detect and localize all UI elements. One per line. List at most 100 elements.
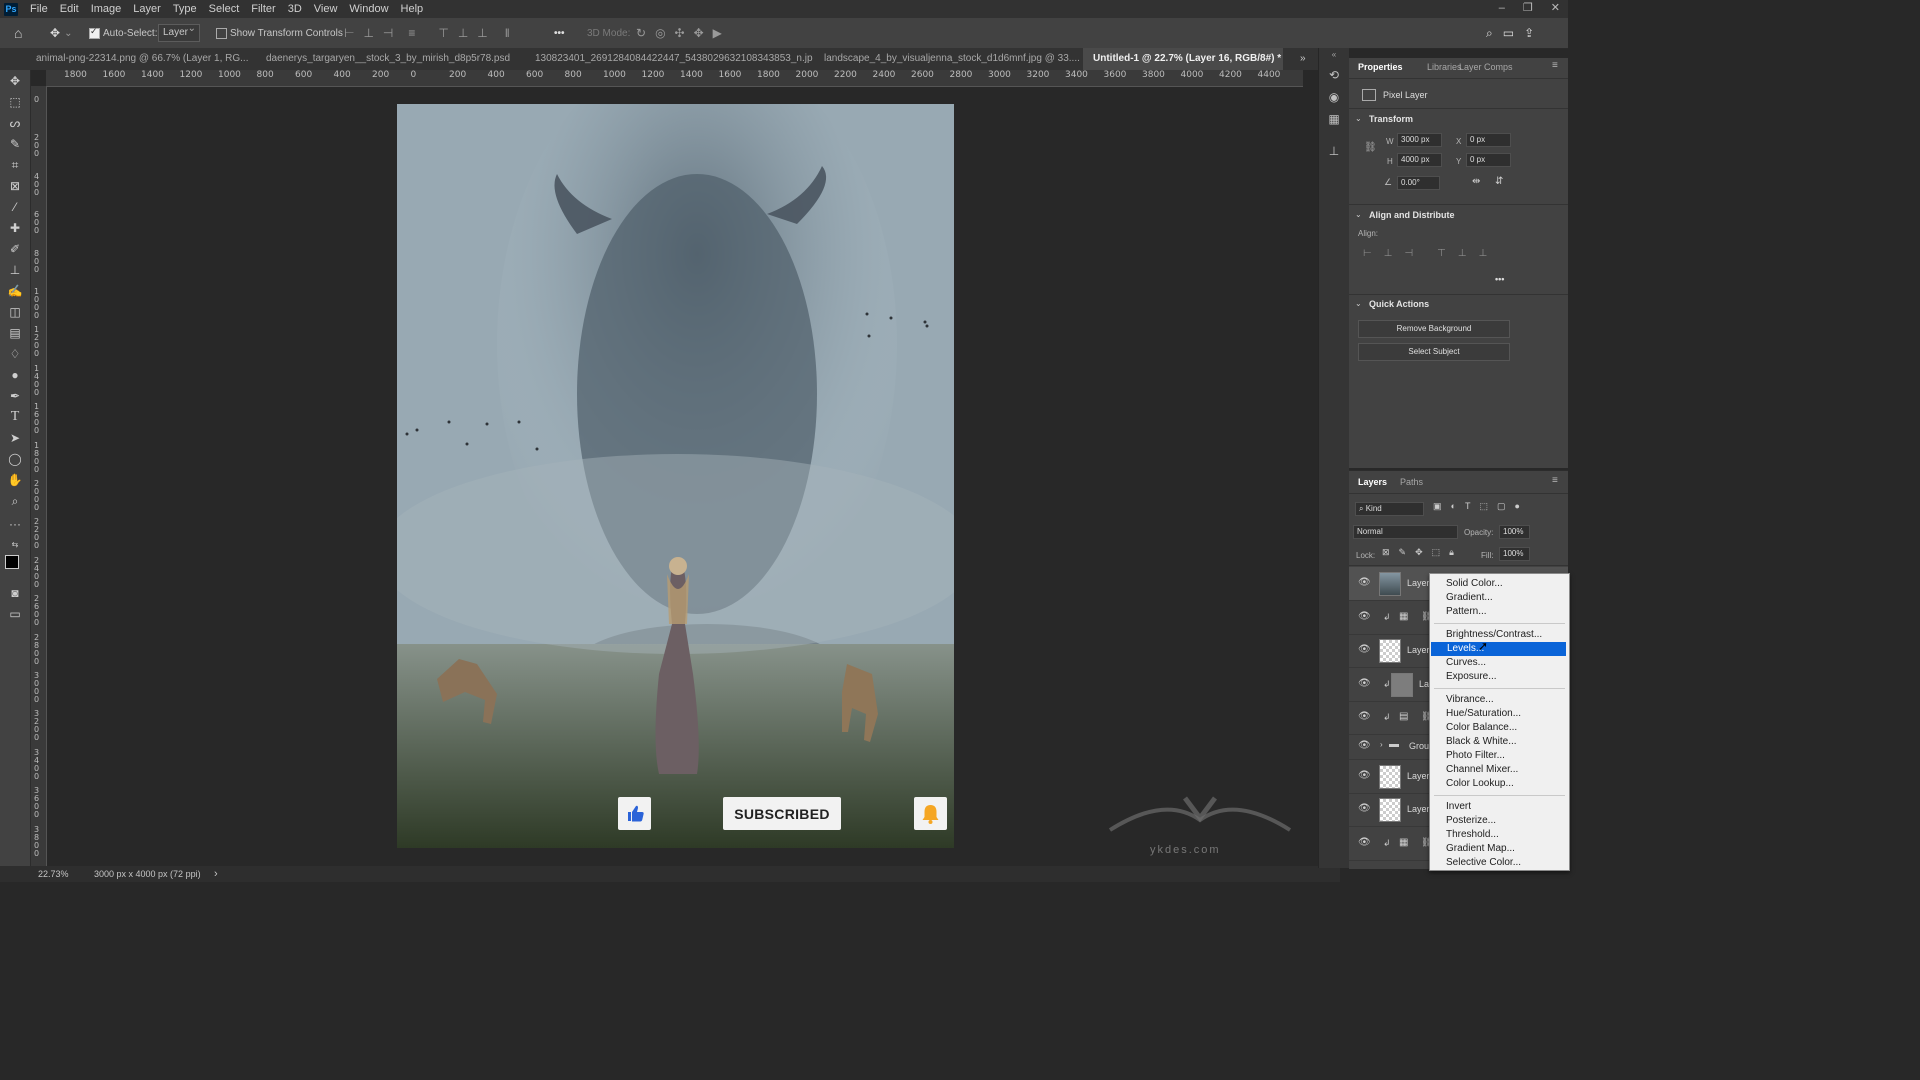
more-tools-icon[interactable]: ··· [6, 515, 24, 533]
tab-paths[interactable]: Paths [1400, 473, 1423, 491]
lock-artboard-icon[interactable]: ⬚ [1432, 547, 1441, 558]
menu-item-photo-filter[interactable]: Photo Filter... [1430, 749, 1569, 763]
eye-icon[interactable]: 👁︎ [1358, 577, 1371, 589]
align-top-icon[interactable]: ⊤ [438, 26, 448, 40]
align-horizontal-centers-icon[interactable]: ⊥ [1384, 248, 1393, 259]
eye-icon[interactable]: 👁︎ [1358, 803, 1371, 815]
crop-tool-icon[interactable]: ⌗ [6, 156, 24, 174]
status-arrow-icon[interactable]: › [214, 868, 218, 880]
quick-selection-tool-icon[interactable]: ✎ [6, 135, 24, 153]
menu-filter[interactable]: Filter [245, 0, 281, 18]
menu-item-gradient[interactable]: Gradient... [1430, 591, 1569, 605]
clone-stamp-tool-icon[interactable]: ⊥ [6, 261, 24, 279]
menu-item-vibrance[interactable]: Vibrance... [1430, 693, 1569, 707]
blur-tool-icon[interactable]: ♢ [6, 345, 24, 363]
flip-horizontal-icon[interactable]: ⇹ [1472, 176, 1480, 187]
layer-name[interactable]: Layer [1407, 804, 1430, 814]
history-panel-icon[interactable]: ⟲ [1326, 68, 1342, 84]
layer-name[interactable]: La [1419, 679, 1429, 689]
tab-libraries[interactable]: Libraries [1427, 58, 1462, 76]
fill-field[interactable]: 100% [1499, 547, 1530, 561]
lock-position-icon[interactable]: ✥ [1415, 547, 1423, 558]
like-button[interactable] [618, 797, 651, 830]
menu-window[interactable]: Window [343, 0, 394, 18]
filter-toggle-icon[interactable]: ● [1514, 501, 1519, 512]
home-icon[interactable]: ⌂ [14, 18, 22, 48]
chevron-down-icon[interactable]: ⌄ [1355, 114, 1362, 123]
menu-item-brightness-contrast[interactable]: Brightness/Contrast... [1430, 628, 1569, 642]
more-align-options[interactable]: ••• [1495, 274, 1504, 284]
dodge-tool-icon[interactable]: ● [6, 366, 24, 384]
document-canvas[interactable]: SUBSCRIBED [397, 104, 954, 848]
restore-icon[interactable]: ❐ [1523, 0, 1533, 16]
eye-icon[interactable]: 👁︎ [1358, 611, 1371, 623]
screen-mode-icon[interactable]: ▭ [6, 605, 24, 623]
quick-mask-icon[interactable]: ◙ [6, 584, 24, 602]
lock-all-icon[interactable]: 🔒︎ [1449, 547, 1454, 558]
gradient-tool-icon[interactable]: ▤ [6, 324, 24, 342]
notification-bell-button[interactable] [914, 797, 947, 830]
menu-3d[interactable]: 3D [282, 0, 308, 18]
remove-background-button[interactable]: Remove Background [1358, 320, 1510, 338]
tab-layers[interactable]: Layers [1358, 473, 1387, 491]
filter-adjustment-icon[interactable]: ◐ [1451, 501, 1456, 512]
lock-image-icon[interactable]: ✎ [1399, 547, 1407, 558]
menu-item-black-white[interactable]: Black & White... [1430, 735, 1569, 749]
brush-tool-icon[interactable]: ✐ [6, 240, 24, 258]
eye-icon[interactable]: 👁︎ [1358, 678, 1371, 690]
filter-smart-object-icon[interactable]: ▢ [1497, 501, 1506, 512]
menu-help[interactable]: Help [395, 0, 430, 18]
eye-icon[interactable]: 👁︎ [1358, 740, 1371, 752]
align-left-edges-icon[interactable]: ⊢ [1363, 248, 1372, 259]
auto-select-checkbox[interactable]: Auto-Select: [89, 18, 157, 48]
align-left-icon[interactable]: ⊢ [344, 26, 354, 40]
angle-field[interactable]: 0.00° [1397, 176, 1440, 190]
height-field[interactable]: 4000 px [1397, 153, 1442, 167]
align-top-edges-icon[interactable]: ⊤ [1437, 248, 1446, 259]
hand-tool-icon[interactable]: ✋ [6, 471, 24, 489]
menu-file[interactable]: File [24, 0, 54, 18]
move-tool-icon[interactable]: ✥ [6, 72, 24, 90]
layer-name[interactable]: Grou [1409, 741, 1429, 751]
distribute-vertical-icon[interactable]: ‖ [505, 26, 510, 40]
menu-item-threshold[interactable]: Threshold... [1430, 828, 1569, 842]
frame-tool-icon[interactable]: ⊠ [6, 177, 24, 195]
menu-edit[interactable]: Edit [54, 0, 85, 18]
lock-transparent-icon[interactable]: ⊠ [1382, 547, 1390, 558]
history-brush-tool-icon[interactable]: ✍ [6, 282, 24, 300]
zoom-tool-icon[interactable]: ⌕ [6, 492, 24, 510]
workspace-icon[interactable]: ▭ [1503, 26, 1514, 40]
layer-name[interactable]: Layer [1407, 578, 1430, 588]
x-field[interactable]: 0 px [1466, 133, 1511, 147]
tabs-overflow-icon[interactable]: » [1300, 48, 1316, 70]
align-right-edges-icon[interactable]: ⊣ [1404, 248, 1413, 259]
3d-slide-icon[interactable]: ✥ [694, 26, 704, 40]
3d-roll-icon[interactable]: ◎ [655, 26, 665, 40]
eye-icon[interactable]: 👁︎ [1358, 770, 1371, 782]
menu-item-selective-color[interactable]: Selective Color... [1430, 856, 1569, 870]
filter-type-icon[interactable]: T [1465, 501, 1471, 512]
table-panel-icon[interactable]: ▦ [1326, 112, 1342, 128]
align-bottom-icon[interactable]: ⊥ [477, 26, 487, 40]
filter-shape-icon[interactable]: ⬚ [1479, 501, 1488, 512]
menu-item-curves[interactable]: Curves... [1430, 656, 1569, 670]
menu-image[interactable]: Image [85, 0, 128, 18]
width-field[interactable]: 3000 px [1397, 133, 1442, 147]
menu-item-color-balance[interactable]: Color Balance... [1430, 721, 1569, 735]
filter-kind-dropdown[interactable]: ⌕ Kind [1355, 502, 1424, 516]
more-options-button[interactable]: ••• [554, 18, 565, 48]
chevron-down-icon[interactable]: ⌄ [1355, 299, 1362, 308]
menu-select[interactable]: Select [203, 0, 246, 18]
show-transform-checkbox[interactable]: Show Transform Controls [216, 18, 343, 48]
swap-colors-icon[interactable]: ⇆ [6, 536, 24, 554]
filter-pixel-icon[interactable]: ▣ [1433, 501, 1442, 512]
eyedropper-tool-icon[interactable]: ⁄ [6, 198, 24, 216]
search-icon[interactable]: ⌕ [1486, 26, 1493, 41]
3d-panel-icon[interactable]: ◉ [1326, 90, 1342, 106]
menu-item-channel-mixer[interactable]: Channel Mixer... [1430, 763, 1569, 777]
zoom-level[interactable]: 22.73% [38, 869, 69, 879]
close-icon[interactable]: ✕ [1551, 0, 1560, 16]
eye-icon[interactable]: 👁︎ [1358, 711, 1371, 723]
menu-item-color-lookup[interactable]: Color Lookup... [1430, 777, 1569, 791]
tab-document-4[interactable]: landscape_4_by_visualjenna_stock_d1d6mnf… [814, 48, 1082, 70]
